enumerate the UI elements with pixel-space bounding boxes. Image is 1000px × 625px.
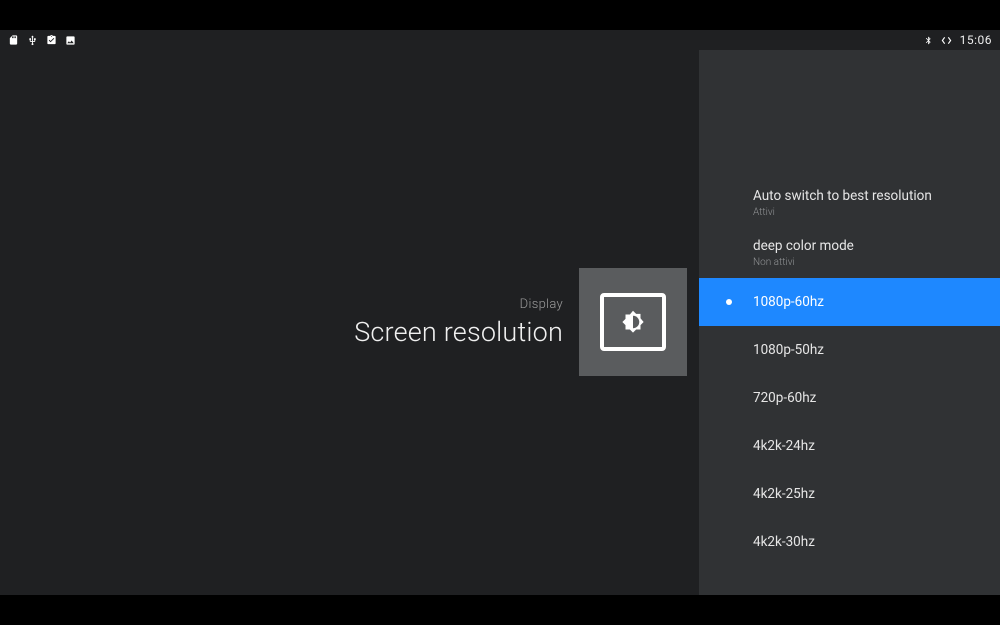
screen: 15:06 Display Screen resolution xyxy=(0,30,1000,595)
sd-card-icon xyxy=(8,34,19,46)
bluetooth-icon xyxy=(924,34,933,47)
option-deep-color[interactable]: deep color mode Non attivi xyxy=(699,228,1000,278)
resolution-option[interactable]: 4k2k-25hz xyxy=(699,470,1000,518)
resolution-label: 4k2k-25hz xyxy=(753,486,815,502)
usb-icon xyxy=(27,34,38,47)
ethernet-icon xyxy=(940,35,953,46)
status-left-icons xyxy=(8,34,76,47)
resolution-label: 1080p-50hz xyxy=(753,342,824,358)
option-label: deep color mode xyxy=(753,238,854,254)
resolution-option[interactable]: 1080p-60hz xyxy=(699,278,1000,326)
resolution-option[interactable]: 1080p-50hz xyxy=(699,326,1000,374)
status-bar: 15:06 xyxy=(0,30,1000,50)
option-status: Attivi xyxy=(753,207,775,218)
letterbox-top xyxy=(0,0,1000,30)
status-clock: 15:06 xyxy=(960,33,992,47)
clipboard-check-icon xyxy=(46,34,57,46)
options-pane: Auto switch to best resolution Attivi de… xyxy=(699,50,1000,595)
option-status: Non attivi xyxy=(753,257,795,268)
display-tile-icon xyxy=(579,268,687,376)
resolution-option[interactable]: 4k2k-24hz xyxy=(699,422,1000,470)
resolution-label: 4k2k-30hz xyxy=(753,534,815,550)
resolution-option[interactable]: 4k2k-30hz xyxy=(699,518,1000,566)
brightness-icon xyxy=(618,307,648,337)
image-icon xyxy=(65,35,76,46)
page-title: Screen resolution xyxy=(354,316,563,348)
resolution-label: 720p-60hz xyxy=(753,390,816,406)
hero-block: Display Screen resolution xyxy=(354,268,687,376)
hero-category: Display xyxy=(354,297,563,312)
resolution-label: 1080p-60hz xyxy=(753,294,824,310)
status-right-icons: 15:06 xyxy=(924,33,992,47)
left-pane: Display Screen resolution xyxy=(0,50,699,595)
option-auto-switch[interactable]: Auto switch to best resolution Attivi xyxy=(699,178,1000,228)
letterbox-bottom xyxy=(0,595,1000,625)
resolution-label: 4k2k-24hz xyxy=(753,438,815,454)
content-area: Display Screen resolution Auto switch to… xyxy=(0,50,1000,595)
resolution-option[interactable]: 720p-60hz xyxy=(699,374,1000,422)
option-label: Auto switch to best resolution xyxy=(753,188,932,204)
radio-selected-icon xyxy=(726,299,732,305)
